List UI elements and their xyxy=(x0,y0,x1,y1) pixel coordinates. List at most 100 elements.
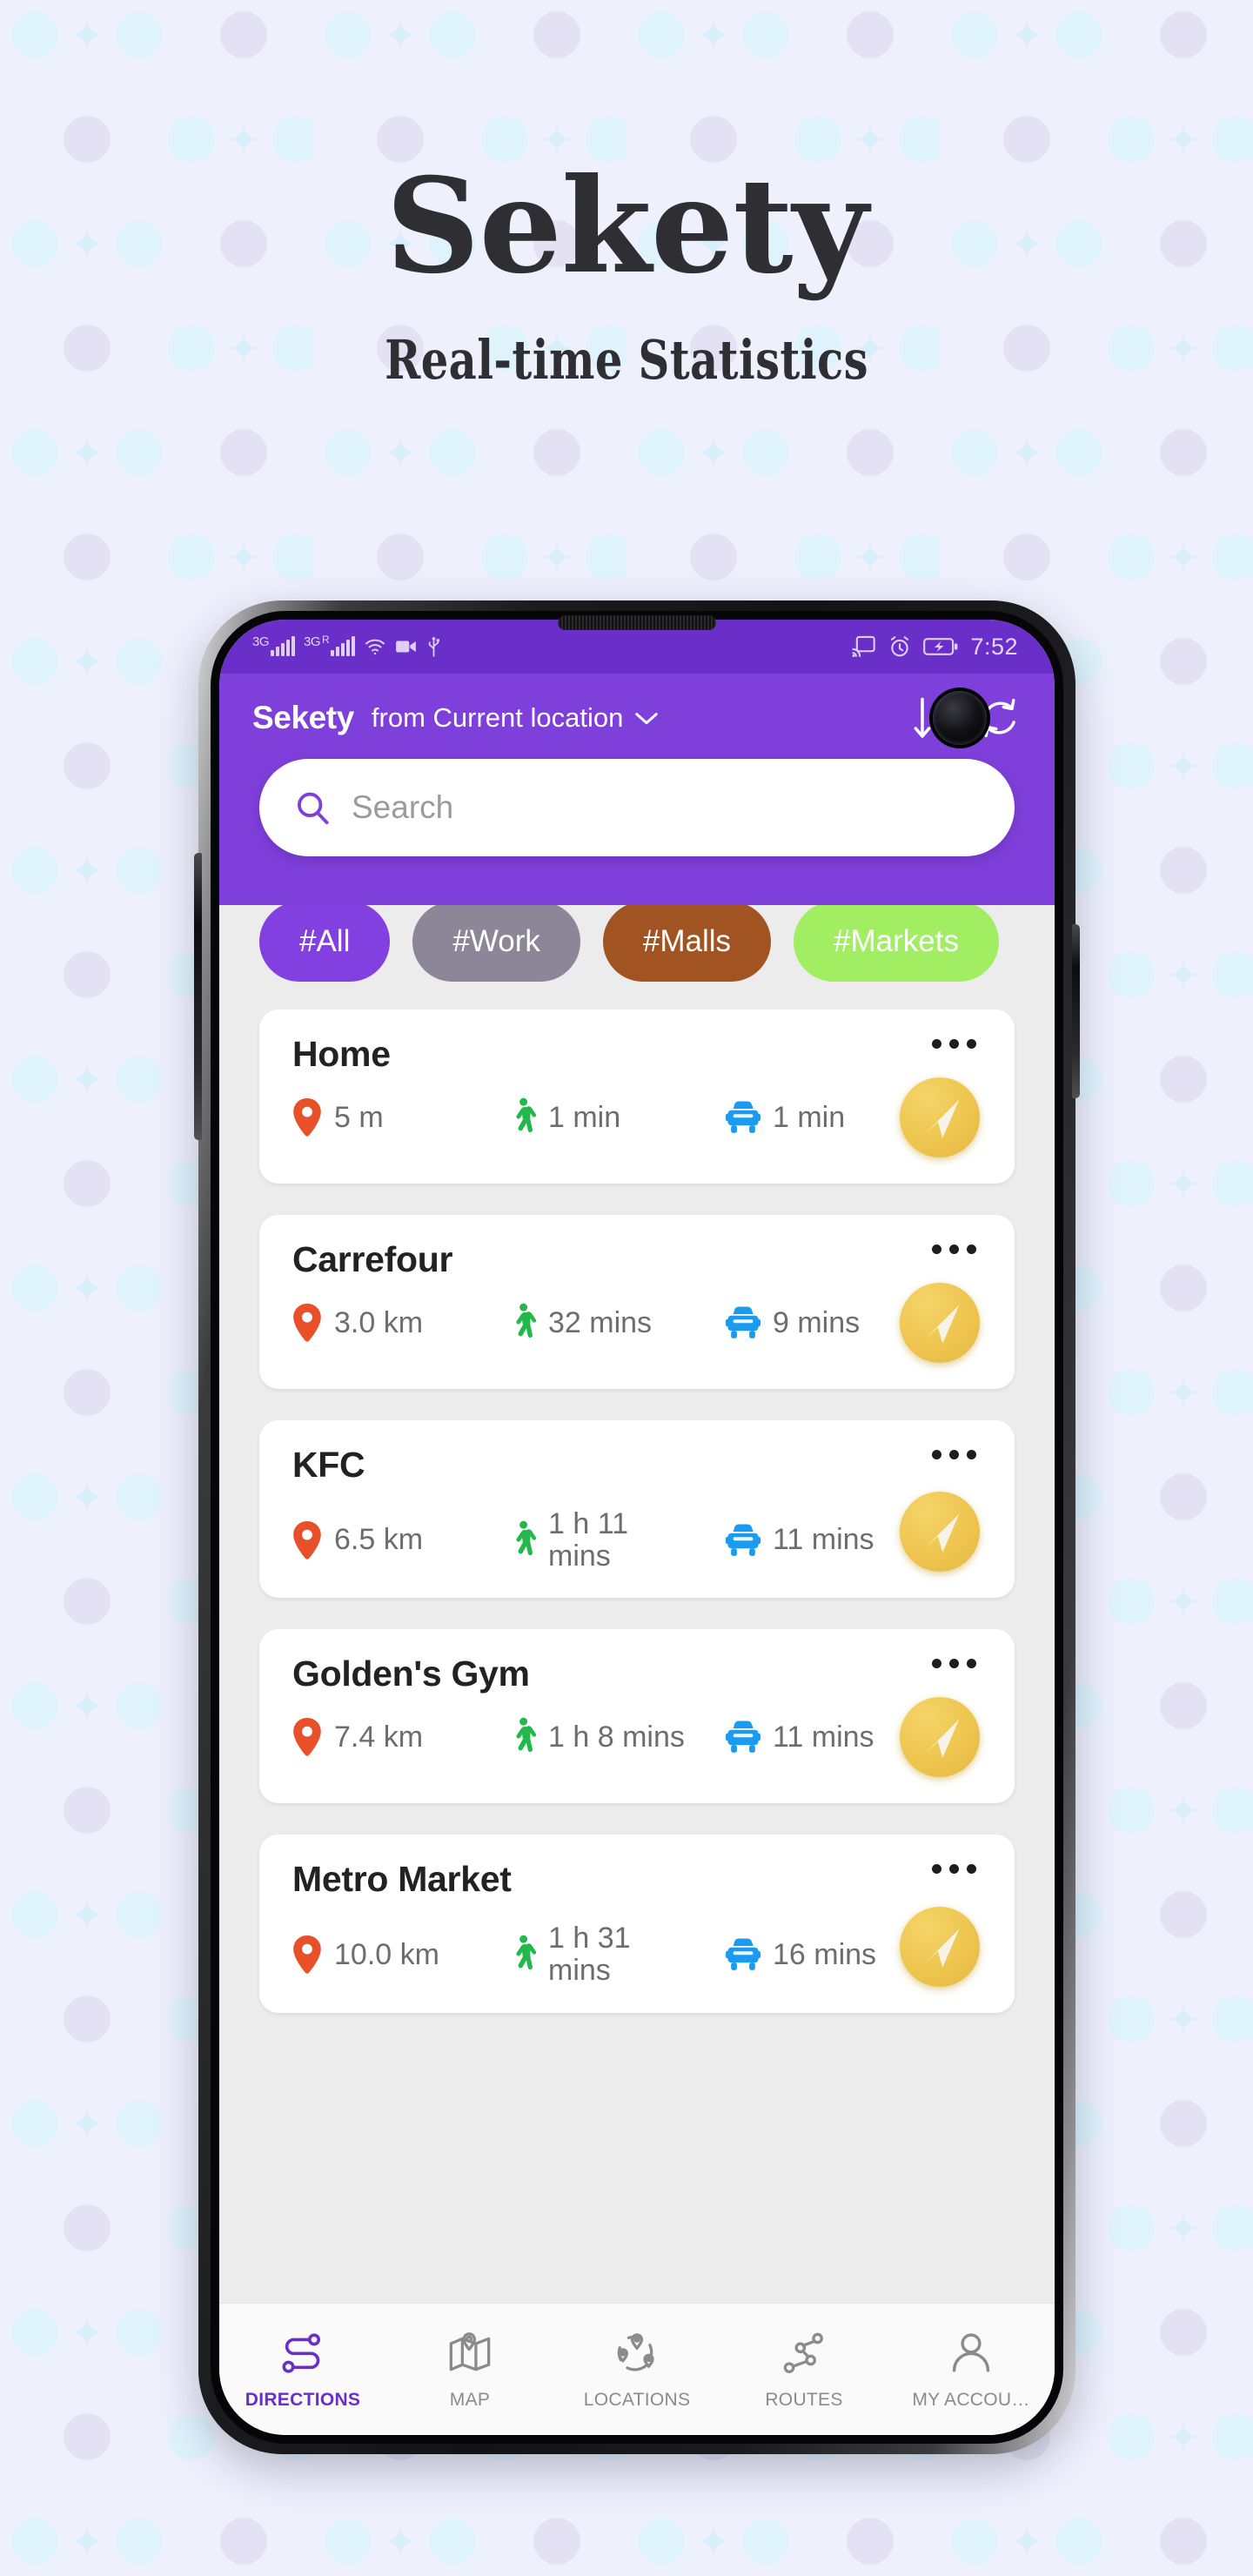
nav-item-myaccou[interactable]: MY ACCOU… xyxy=(888,2329,1055,2411)
filter-chip-label: #Work xyxy=(452,924,540,958)
nav-item-label: MY ACCOU… xyxy=(912,2389,1030,2410)
video-camera-icon xyxy=(396,641,417,653)
chevron-down-icon xyxy=(635,713,659,725)
nav-item-map[interactable]: MAP xyxy=(386,2329,553,2411)
navigate-button[interactable] xyxy=(900,1283,980,1363)
navigate-button[interactable] xyxy=(900,1077,980,1157)
nav-item-routes[interactable]: ROUTES xyxy=(720,2329,888,2411)
nav-item-locations[interactable]: LOCATIONS xyxy=(553,2329,720,2411)
filter-chip-markets[interactable]: #Markets xyxy=(794,902,999,982)
network-2-roaming-label: R xyxy=(322,634,330,646)
place-metrics: 5 m 1 min 1 min xyxy=(292,1097,985,1137)
filter-chip-malls[interactable]: #Malls xyxy=(602,902,772,982)
folded-map-icon xyxy=(447,2329,492,2378)
walking-person-icon xyxy=(516,1303,536,1338)
navigation-arrow-icon xyxy=(925,1929,959,1968)
page-title: Sekety xyxy=(385,150,868,303)
place-card[interactable]: Home 5 m 1 min 1 min xyxy=(259,1010,1015,1184)
place-name: KFC xyxy=(292,1445,365,1485)
search-placeholder: Search xyxy=(352,789,454,825)
power-button[interactable] xyxy=(1072,924,1080,1098)
navigate-button[interactable] xyxy=(900,1492,980,1573)
place-metrics: 6.5 km 1 h 11 mins 11 mins xyxy=(292,1508,985,1572)
navigate-button[interactable] xyxy=(900,1906,980,1987)
more-options-icon[interactable] xyxy=(932,1244,976,1254)
phone-screen: 3G 3G R 7:52 Sekety from Current locatio… xyxy=(219,620,1055,2435)
search-input[interactable]: Search xyxy=(259,759,1015,856)
place-name: Metro Market xyxy=(292,1859,512,1900)
directions-route-icon xyxy=(280,2329,325,2378)
navigation-arrow-icon xyxy=(925,1100,959,1138)
navigate-button[interactable] xyxy=(900,1697,980,1778)
app-bar-title: Sekety xyxy=(252,700,354,735)
place-metrics: 3.0 km 32 mins 9 mins xyxy=(292,1303,985,1343)
place-name: Golden's Gym xyxy=(292,1654,530,1694)
car-icon xyxy=(726,1306,761,1338)
place-metrics: 7.4 km 1 h 8 mins 11 mins xyxy=(292,1717,985,1757)
drive-time-value: 1 min xyxy=(773,1100,846,1134)
drive-time-value: 11 mins xyxy=(773,1523,874,1557)
car-icon xyxy=(726,1721,761,1754)
app-bar: Sekety from Current location xyxy=(219,674,1055,740)
locations-circle-icon xyxy=(614,2329,660,2378)
place-card[interactable]: Golden's Gym 7.4 km 1 h 8 mins 11 mins xyxy=(259,1629,1015,1804)
place-card[interactable]: Carrefour 3.0 km 32 mins 9 mins xyxy=(259,1215,1015,1389)
place-card[interactable]: KFC 6.5 km 1 h 11 mins 11 mins xyxy=(259,1420,1015,1599)
nav-item-directions[interactable]: DIRECTIONS xyxy=(219,2329,386,2411)
walk-time-value: 1 h 31 mins xyxy=(548,1922,631,1988)
routes-nodes-icon xyxy=(781,2329,827,2378)
walking-person-icon xyxy=(516,1718,536,1753)
filter-chip-work[interactable]: #Work xyxy=(412,902,580,982)
drive-time-value: 11 mins xyxy=(773,1721,874,1754)
distance-metric: 10.0 km xyxy=(292,1935,510,1974)
more-options-icon[interactable] xyxy=(932,1039,976,1049)
status-bar-time: 7:52 xyxy=(970,633,1018,660)
filter-chip-all[interactable]: #All xyxy=(259,902,391,982)
network-2-label: 3G xyxy=(304,634,321,649)
more-options-icon[interactable] xyxy=(932,1659,976,1669)
signal-3g-icon: 3G xyxy=(252,634,296,656)
walk-time-metric: 1 h 11 mins xyxy=(510,1508,726,1572)
place-name: Home xyxy=(292,1034,391,1074)
search-zone: Search xyxy=(219,740,1055,905)
bottom-navigation: DIRECTIONS MAP LOCATIONS ROUTES MY ACCOU… xyxy=(219,2303,1055,2435)
navigation-arrow-icon xyxy=(925,1514,959,1553)
map-pin-icon xyxy=(293,1098,321,1137)
walk-time-metric: 32 mins xyxy=(510,1303,726,1343)
wifi-icon xyxy=(365,639,385,655)
walk-time-value: 1 h 11 mins xyxy=(548,1507,629,1573)
place-name: Carrefour xyxy=(292,1239,453,1279)
user-account-icon xyxy=(948,2329,994,2378)
distance-metric: 6.5 km xyxy=(292,1520,510,1560)
more-options-icon[interactable] xyxy=(932,1864,976,1875)
walking-person-icon xyxy=(516,1935,536,1970)
nav-item-label: LOCATIONS xyxy=(583,2389,691,2410)
car-icon xyxy=(726,1524,761,1556)
walk-time-metric: 1 h 8 mins xyxy=(510,1717,726,1757)
volume-buttons[interactable] xyxy=(194,853,202,1140)
drive-time-value: 9 mins xyxy=(773,1305,861,1339)
map-pin-icon xyxy=(293,1520,321,1560)
car-icon xyxy=(726,1938,761,1971)
filter-chip-label: #All xyxy=(299,924,351,958)
place-metrics: 10.0 km 1 h 31 mins 16 mins xyxy=(292,1922,985,1988)
navigation-arrow-icon xyxy=(925,1305,959,1344)
page-subtitle: Real-time Statistics xyxy=(385,328,868,392)
network-1-label: 3G xyxy=(252,634,270,649)
more-options-icon[interactable] xyxy=(932,1450,976,1459)
nav-item-label: ROUTES xyxy=(765,2389,843,2410)
location-selector[interactable]: from Current location xyxy=(372,702,660,734)
distance-value: 6.5 km xyxy=(334,1523,424,1557)
alarm-icon xyxy=(891,636,909,657)
drive-time-value: 16 mins xyxy=(773,1937,877,1971)
distance-value: 5 m xyxy=(334,1100,384,1134)
place-card[interactable]: Metro Market 10.0 km 1 h 31 mins 16 mins xyxy=(259,1835,1015,2013)
map-pin-icon xyxy=(293,1304,321,1342)
walk-time-value: 1 min xyxy=(548,1100,621,1134)
cast-icon xyxy=(852,635,876,658)
battery-charging-icon xyxy=(923,638,958,655)
map-pin-icon xyxy=(293,1935,321,1974)
front-camera-icon xyxy=(933,691,987,745)
location-label: from Current location xyxy=(371,702,624,733)
places-list: Home 5 m 1 min 1 min Carrefour 3.0 km 32… xyxy=(219,982,1055,2013)
